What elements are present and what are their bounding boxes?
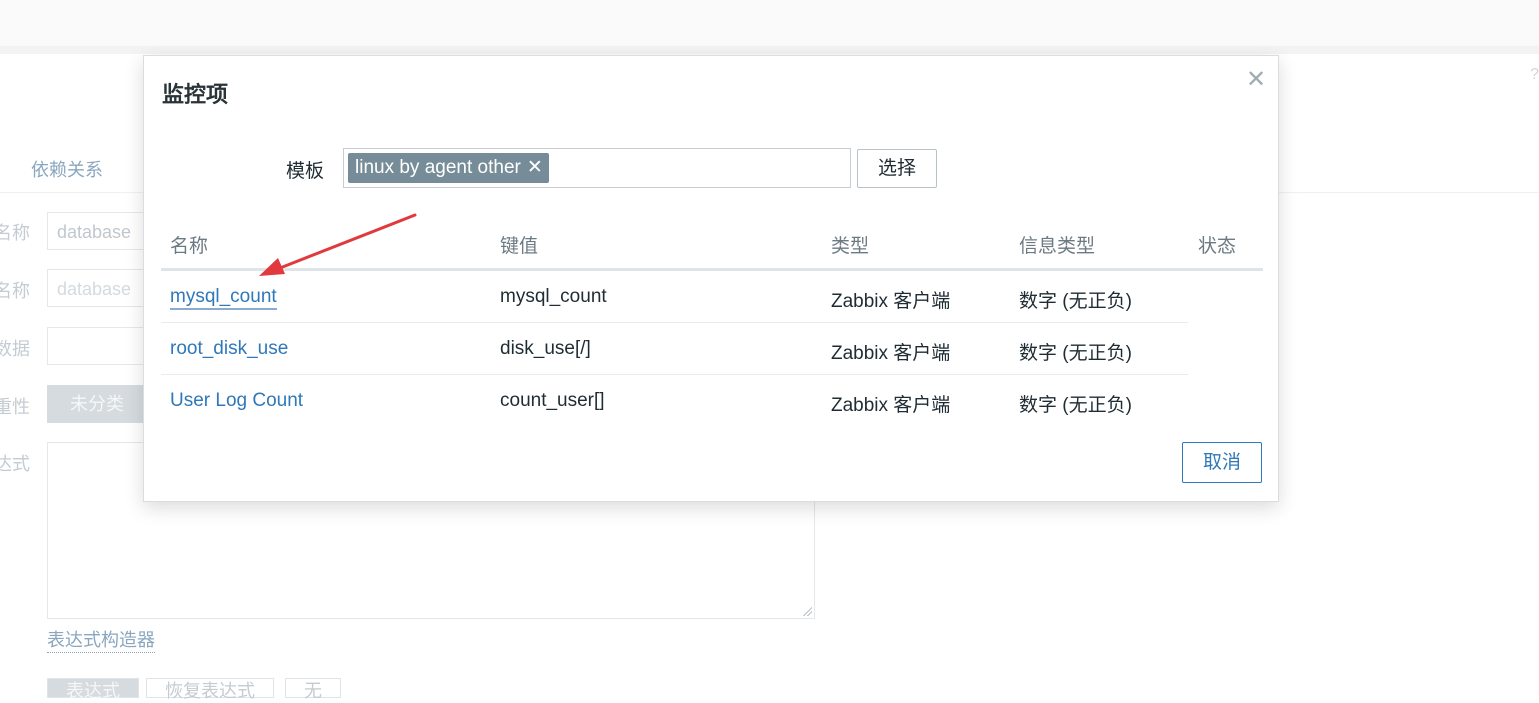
severity-not-classified-button[interactable]: 未分类	[47, 385, 147, 423]
template-chip-label: linux by agent other	[355, 157, 521, 178]
event-name-label: 名称	[0, 281, 30, 301]
item-key: count_user[]	[500, 390, 605, 411]
tab-dependencies[interactable]: 依赖关系	[31, 156, 103, 182]
modal-title: 监控项	[162, 82, 229, 107]
template-label: 模板	[286, 161, 325, 182]
column-header-info-type[interactable]: 信息类型	[1019, 231, 1095, 258]
item-name-link[interactable]: mysql_count	[170, 286, 277, 310]
template-chip: linux by agent other ✕	[348, 153, 549, 183]
item-type: Zabbix 客户端	[831, 343, 951, 364]
column-header-status[interactable]: 状态	[1198, 231, 1236, 258]
severity-label: 重性	[0, 397, 30, 417]
name-label: 名称	[0, 223, 30, 243]
chip-remove-icon[interactable]: ✕	[527, 157, 543, 178]
item-key: mysql_count	[500, 286, 607, 307]
segment-expression[interactable]: 表达式	[47, 678, 139, 701]
segment-recovery-expression[interactable]: 恢复表达式	[146, 678, 274, 701]
column-header-key[interactable]: 键值	[500, 231, 538, 258]
item-type: Zabbix 客户端	[831, 291, 951, 312]
segment-none[interactable]: 无	[285, 678, 341, 701]
template-multiselect[interactable]: linux by agent other ✕	[343, 148, 851, 188]
item-info-type: 数字 (无正负)	[1019, 395, 1132, 416]
item-info-type: 数字 (无正负)	[1019, 343, 1132, 364]
column-header-name[interactable]: 名称	[170, 231, 208, 258]
item-key: disk_use[/]	[500, 338, 591, 359]
expression-label: 达式	[0, 454, 30, 474]
column-header-type[interactable]: 类型	[831, 231, 869, 258]
expression-builder-link[interactable]: 表达式构造器	[47, 626, 155, 653]
table-row: mysql_count mysql_count Zabbix 客户端 数字 (无…	[161, 271, 1188, 323]
item-name-link[interactable]: root_disk_use	[170, 338, 288, 360]
operational-data-label: 数据	[0, 339, 30, 359]
select-button[interactable]: 选择	[857, 149, 937, 188]
cancel-button[interactable]: 取消	[1182, 442, 1262, 483]
table-row: root_disk_use disk_use[/] Zabbix 客户端 数字 …	[161, 323, 1188, 375]
help-icon[interactable]: ?	[1530, 66, 1539, 84]
item-type: Zabbix 客户端	[831, 395, 951, 416]
item-name-link[interactable]: User Log Count	[170, 390, 303, 412]
table-row: User Log Count count_user[] Zabbix 客户端 数…	[161, 375, 1188, 427]
close-icon[interactable]: ✕	[1246, 65, 1266, 94]
top-bar	[0, 0, 1539, 54]
item-info-type: 数字 (无正负)	[1019, 291, 1132, 312]
resize-grip-icon[interactable]	[802, 606, 812, 616]
items-modal-dialog: 监控项 ✕ 模板 linux by agent other ✕ 选择 名称 键值 …	[143, 55, 1279, 502]
